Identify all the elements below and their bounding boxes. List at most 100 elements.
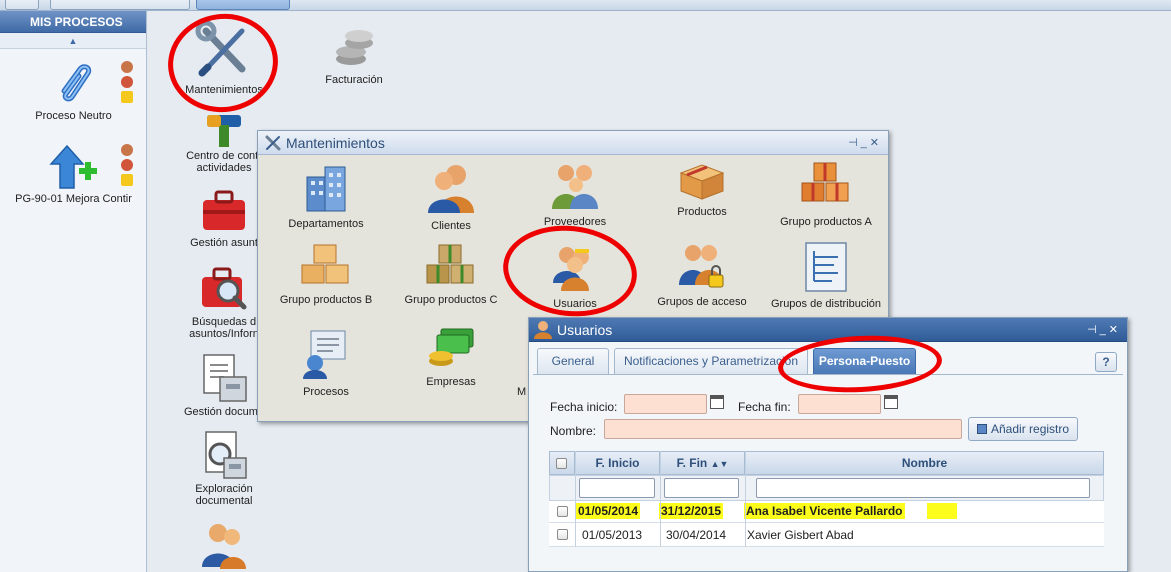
table-row[interactable]: 01/05/2013 30/04/2014 Xavier Gisbert Aba… <box>549 523 1104 547</box>
maint-item-label: Grupos de distribución <box>770 298 882 310</box>
pin-icon[interactable]: ⊣ <box>848 137 861 149</box>
select-all-header[interactable] <box>549 451 575 475</box>
minimize-icon[interactable]: _ <box>861 137 870 149</box>
add-record-button[interactable]: Añadir registro <box>968 417 1079 441</box>
user-icon[interactable] <box>121 76 133 88</box>
toolbar-button[interactable] <box>5 0 39 10</box>
document-cabinet-icon <box>203 354 247 402</box>
process-actions <box>121 144 135 189</box>
desktop-icon-facturacion[interactable]: Facturación <box>299 21 409 86</box>
maint-item-proveedores[interactable]: Proveedores <box>515 161 635 228</box>
window-title: Usuarios <box>557 322 613 338</box>
maint-item-label: Grupo productos C <box>404 294 498 306</box>
nombre-input[interactable] <box>604 419 962 439</box>
boxes-b-icon <box>301 244 349 284</box>
maint-item-empresas[interactable]: Empresas <box>391 325 511 388</box>
wrench-screwdriver-icon <box>265 135 281 151</box>
grid-separator <box>575 451 576 547</box>
user-icon[interactable] <box>121 61 133 73</box>
grid-separator <box>660 451 661 547</box>
maint-item-label: Grupo productos A <box>780 216 872 228</box>
maint-item-procesos[interactable]: Procesos <box>266 327 386 398</box>
toolbar-button[interactable] <box>50 0 190 10</box>
fecha-inicio-input[interactable] <box>624 394 707 414</box>
tab-general[interactable]: General <box>537 348 609 374</box>
fecha-fin-input[interactable] <box>798 394 881 414</box>
user-icon[interactable] <box>121 144 133 156</box>
user-icon[interactable] <box>121 159 133 171</box>
cell-inicio: 01/05/2013 <box>582 528 643 542</box>
filter-inicio-input[interactable] <box>579 478 655 498</box>
boxes-a-icon <box>801 162 849 202</box>
sort-icon[interactable]: ▲▼ <box>711 459 729 469</box>
column-header[interactable]: F. Inicio <box>575 451 660 475</box>
maint-item-label: M <box>517 386 527 398</box>
desktop-icon-label: Facturación <box>325 74 383 86</box>
window-title-bar[interactable]: Usuarios ⊣_✕ <box>529 318 1127 342</box>
help-button[interactable]: ? <box>1095 352 1117 372</box>
suppliers-icon <box>552 165 598 209</box>
building-icon <box>306 166 346 212</box>
row-checkbox[interactable] <box>557 506 568 517</box>
process-item[interactable]: Proceso Neutro <box>0 61 147 122</box>
window-title: Mantenimientos <box>286 135 385 151</box>
top-toolbar <box>0 0 1171 11</box>
close-icon[interactable]: ✕ <box>1109 324 1121 336</box>
boxes-c-icon <box>426 244 474 284</box>
collapse-up-icon[interactable]: ▲ <box>0 33 146 49</box>
highlight-extension <box>927 503 957 519</box>
process-item[interactable]: PG-90-01 Mejora Contir <box>0 144 147 205</box>
star-icon[interactable] <box>121 91 133 103</box>
filter-fin-input[interactable] <box>664 478 739 498</box>
process-label: Proceso Neutro <box>35 110 112 122</box>
close-icon[interactable]: ✕ <box>870 137 882 149</box>
column-header[interactable]: F. Fin ▲▼ <box>660 451 745 475</box>
distribution-groups-icon <box>805 242 847 292</box>
panel-title: MIS PROCESOS <box>0 11 146 33</box>
maint-item-grupo-productos-c[interactable]: Grupo productos C <box>391 243 511 306</box>
maint-item-label: Grupos de acceso <box>657 296 747 308</box>
star-icon[interactable] <box>121 174 133 186</box>
process-actions <box>121 61 135 106</box>
maint-item-label: Empresas <box>426 376 476 388</box>
fecha-inicio-label: Fecha inicio: <box>550 400 618 414</box>
minimize-icon[interactable]: _ <box>1100 324 1109 336</box>
calendar-icon[interactable] <box>710 395 724 409</box>
desktop-icon-users[interactable] <box>169 519 279 572</box>
grid-separator <box>745 451 746 547</box>
maint-item-productos[interactable]: Productos <box>642 161 762 218</box>
filter-nombre-input[interactable] <box>756 478 1090 498</box>
table-row[interactable]: 01/05/2014 31/12/2015 Ana Isabel Vicente… <box>549 501 1104 523</box>
toolbar-button-active[interactable] <box>196 0 290 10</box>
maint-item-grupos-distribucion[interactable]: Grupos de distribución <box>766 241 886 310</box>
box-icon <box>679 164 725 200</box>
window-title-bar[interactable]: Mantenimientos ⊣_✕ <box>258 131 888 155</box>
maint-item-clientes[interactable]: Clientes <box>391 161 511 232</box>
maint-item-label: Productos <box>677 206 727 218</box>
processes-icon <box>303 330 346 379</box>
nombre-label: Nombre: <box>550 424 597 438</box>
pin-icon[interactable]: ⊣ <box>1087 324 1100 336</box>
coins-icon <box>336 30 373 65</box>
column-header[interactable]: Nombre <box>745 451 1104 475</box>
maint-item-label: Procesos <box>303 386 349 398</box>
row-checkbox[interactable] <box>557 529 568 540</box>
maint-item-grupo-productos-b[interactable]: Grupo productos B <box>266 243 386 306</box>
window-controls: ⊣_✕ <box>1087 323 1121 336</box>
desktop-icon-exploracion[interactable]: Exploración documental <box>169 428 279 507</box>
cell-nombre: Ana Isabel Vicente Pallardo <box>744 503 905 519</box>
briefcase-search-icon <box>202 267 247 310</box>
paperclip-icon <box>61 64 91 102</box>
maint-item-grupo-productos-a[interactable]: Grupo productos A <box>766 161 886 228</box>
maint-item-departamentos[interactable]: Departamentos <box>266 163 386 230</box>
save-icon <box>977 424 987 434</box>
cell-fin: 31/12/2015 <box>659 503 724 519</box>
maint-item-grupos-acceso[interactable]: Grupos de acceso <box>642 241 762 308</box>
add-record-label: Añadir registro <box>991 422 1070 436</box>
select-all-checkbox[interactable] <box>556 458 567 469</box>
calendar-icon[interactable] <box>884 395 898 409</box>
processes-panel: MIS PROCESOS ▲ Proceso Neutro PG-90-01 M… <box>0 11 147 572</box>
desktop-icon-label: Exploración documental <box>195 483 253 507</box>
access-groups-icon <box>679 245 724 288</box>
cell-inicio: 01/05/2014 <box>576 503 641 519</box>
